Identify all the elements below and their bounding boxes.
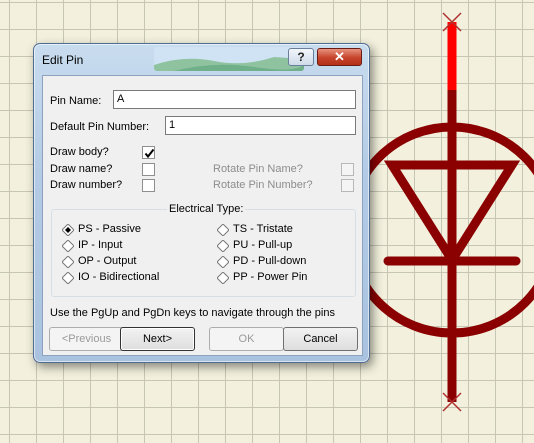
radio-tristate-label: TS - Tristate: [233, 223, 293, 235]
draw-name-label: Draw name?: [50, 163, 113, 175]
electrical-type-title: Electrical Type:: [167, 203, 246, 215]
cancel-button[interactable]: Cancel: [283, 327, 358, 351]
pin-name-label: Pin Name:: [50, 95, 102, 107]
rotate-pin-number-label: Rotate Pin Number?: [213, 179, 313, 191]
radio-input-label: IP - Input: [78, 239, 123, 251]
previous-button[interactable]: <Previous: [49, 327, 124, 351]
checkmark-icon: [144, 148, 155, 159]
draw-number-checkbox[interactable]: [142, 179, 155, 192]
radio-power-pin-label: PP - Power Pin: [233, 271, 308, 283]
radio-icon: [217, 272, 229, 284]
navigation-hint: Use the PgUp and PgDn keys to navigate t…: [50, 307, 335, 319]
radio-output-label: OP - Output: [78, 255, 137, 267]
radio-icon: [217, 224, 229, 236]
radio-icon: [62, 256, 74, 268]
radio-pull-up-label: PU - Pull-up: [233, 239, 293, 251]
title-bar-background-art: [154, 47, 304, 71]
help-button[interactable]: ?: [288, 48, 314, 66]
radio-icon: [217, 256, 229, 268]
pin-name-input[interactable]: A: [113, 90, 356, 109]
draw-body-label: Draw body?: [50, 146, 109, 158]
default-pin-number-input[interactable]: 1: [165, 116, 356, 135]
draw-body-checkbox[interactable]: [142, 146, 155, 159]
dialog-title: Edit Pin: [42, 53, 84, 67]
diode-symbol-circle[interactable]: [344, 122, 534, 338]
radio-pull-down-label: PD - Pull-down: [233, 255, 307, 267]
ok-button[interactable]: OK: [209, 327, 284, 351]
rotate-pin-number-checkbox[interactable]: [341, 179, 354, 192]
radio-bidirectional-label: IO - Bidirectional: [78, 271, 160, 283]
radio-selected-icon: [62, 224, 74, 236]
draw-number-label: Draw number?: [50, 179, 123, 191]
close-button[interactable]: ✕: [317, 48, 362, 66]
radio-icon: [62, 272, 74, 284]
dialog-client-area: Pin Name: A Default Pin Number: 1 Draw b…: [42, 75, 363, 356]
default-pin-number-label: Default Pin Number:: [50, 121, 150, 133]
draw-name-checkbox[interactable]: [142, 163, 155, 176]
radio-icon: [62, 240, 74, 252]
rotate-pin-name-label: Rotate Pin Name?: [213, 163, 303, 175]
radio-passive-label: PS - Passive: [78, 223, 141, 235]
radio-icon: [217, 240, 229, 252]
electrical-type-group: Electrical Type: PS - Passive IP - Input…: [51, 203, 356, 297]
title-bar[interactable]: Edit Pin ? ✕: [34, 44, 369, 75]
edit-pin-dialog: Edit Pin ? ✕ Pin Name: A Default Pin Num…: [33, 43, 370, 363]
rotate-pin-name-checkbox[interactable]: [341, 163, 354, 176]
next-button[interactable]: Next>: [120, 327, 195, 351]
